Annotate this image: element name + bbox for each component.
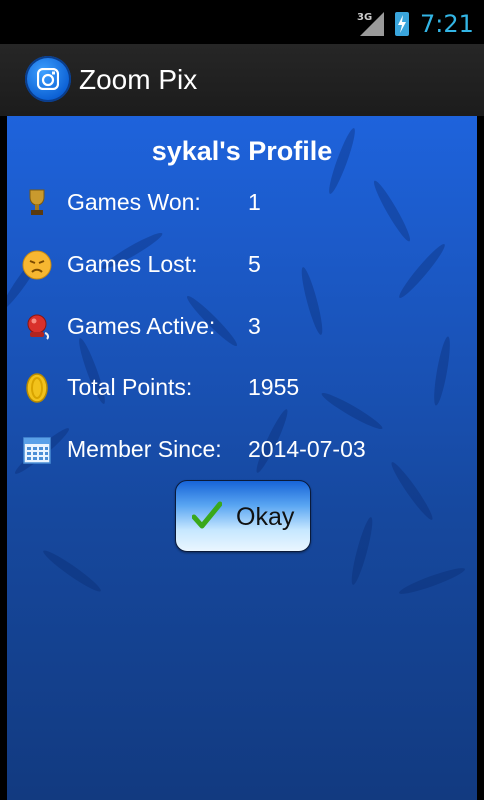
calendar-icon — [23, 437, 51, 464]
status-clock: 7:21 — [420, 10, 474, 38]
stat-row-games-lost: Games Lost: 5 — [7, 245, 477, 285]
coin-icon — [26, 373, 48, 403]
stat-value: 5 — [248, 251, 261, 277]
right-frame — [477, 116, 484, 800]
alarm-bell-icon — [27, 314, 50, 340]
status-bar: 3G 7:21 — [0, 0, 484, 44]
stat-value: 3 — [248, 313, 261, 339]
stat-label: Games Active: — [67, 313, 216, 339]
checkmark-icon — [192, 501, 222, 529]
stat-label: Games Won: — [67, 189, 201, 215]
stat-value: 1955 — [248, 374, 300, 400]
action-bar — [0, 44, 484, 118]
stat-label: Total Points: — [67, 374, 193, 400]
okay-button[interactable]: Okay — [175, 480, 311, 552]
charging-bolt-icon — [398, 15, 406, 33]
camera-icon — [37, 68, 59, 90]
stat-row-member-since: Member Since: 2014-07-03 — [7, 430, 477, 470]
okay-button-label: Okay — [236, 503, 295, 531]
app-icon[interactable] — [25, 56, 71, 102]
profile-title: sykal's Profile — [151, 136, 333, 166]
trophy-icon — [29, 189, 45, 215]
app-title: Zoom Pix — [79, 64, 198, 95]
battery-icon — [395, 12, 409, 36]
profile-panel: sykal's Profile Games Won: 1 Games Lost:… — [7, 116, 477, 800]
stat-row-games-won: Games Won: 1 — [7, 183, 477, 223]
stat-label: Games Lost: — [67, 251, 198, 277]
left-frame — [0, 116, 7, 800]
stat-value: 2014-07-03 — [248, 436, 366, 462]
stat-label: Member Since: — [67, 436, 222, 462]
stat-value: 1 — [248, 189, 261, 215]
signal-icon — [360, 12, 384, 36]
stat-row-games-active: Games Active: 3 — [7, 307, 477, 347]
stat-row-total-points: Total Points: 1955 — [7, 368, 477, 408]
sad-face-icon — [22, 250, 52, 280]
